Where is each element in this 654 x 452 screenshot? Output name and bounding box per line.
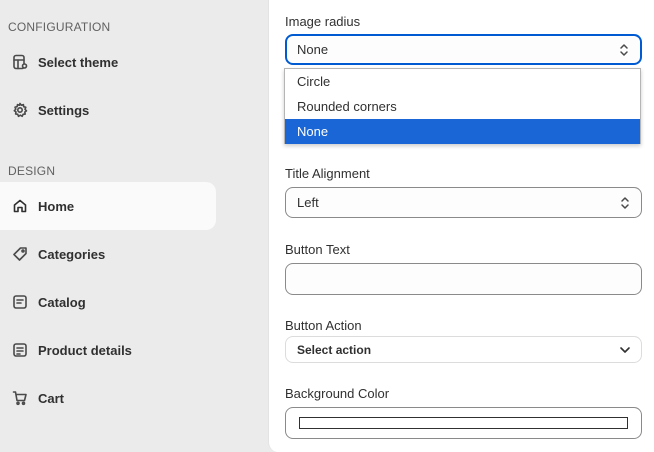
image-radius-value: None [297,42,329,57]
sidebar: CONFIGURATION Select theme Settings DESI… [0,0,228,452]
background-color-input[interactable] [285,407,642,439]
sidebar-item-home[interactable]: Home [0,182,216,230]
background-color-label: Background Color [285,386,390,401]
chevron-down-icon [619,344,631,356]
sidebar-item-label: Home [38,198,75,214]
sidebar-item-settings[interactable]: Settings [0,86,216,134]
image-radius-select[interactable]: None [285,34,642,65]
option-rounded-corners[interactable]: Rounded corners [285,94,640,119]
sidebar-item-label: Categories [38,246,106,262]
sidebar-item-label: Select theme [38,54,119,70]
chevron-up-down-icon [619,195,631,211]
button-action-label: Button Action [285,318,362,333]
product-details-icon [11,341,29,359]
theme-icon [11,53,29,71]
sidebar-item-label: Catalog [38,294,86,310]
tag-icon [11,245,29,263]
catalog-icon [11,293,29,311]
sidebar-item-label: Product details [38,342,132,358]
button-action-select[interactable]: Select action [285,336,642,363]
image-radius-dropdown: Circle Rounded corners None [284,68,641,144]
button-text-input[interactable] [285,263,642,295]
home-icon [11,197,29,215]
sidebar-item-cart[interactable]: Cart [0,374,216,422]
sidebar-item-catalog[interactable]: Catalog [0,278,216,326]
sidebar-item-label: Cart [38,390,65,406]
configuration-heading: CONFIGURATION [8,20,111,34]
button-text-label: Button Text [285,242,350,257]
sidebar-item-categories[interactable]: Categories [0,230,216,278]
chevron-up-down-icon [618,42,630,58]
button-action-value: Select action [297,342,372,357]
option-circle[interactable]: Circle [285,69,640,94]
title-alignment-label: Title Alignment [285,166,370,181]
gear-icon [11,101,29,119]
title-alignment-value: Left [297,195,319,210]
option-none[interactable]: None [285,119,640,144]
title-alignment-select[interactable]: Left [285,187,642,218]
image-radius-label: Image radius [285,14,361,29]
cart-icon [11,389,29,407]
color-swatch[interactable] [299,417,628,429]
sidebar-item-label: Settings [38,102,90,118]
sidebar-item-product-details[interactable]: Product details [0,326,216,374]
sidebar-item-select-theme[interactable]: Select theme [0,38,216,86]
design-heading: DESIGN [8,164,56,178]
